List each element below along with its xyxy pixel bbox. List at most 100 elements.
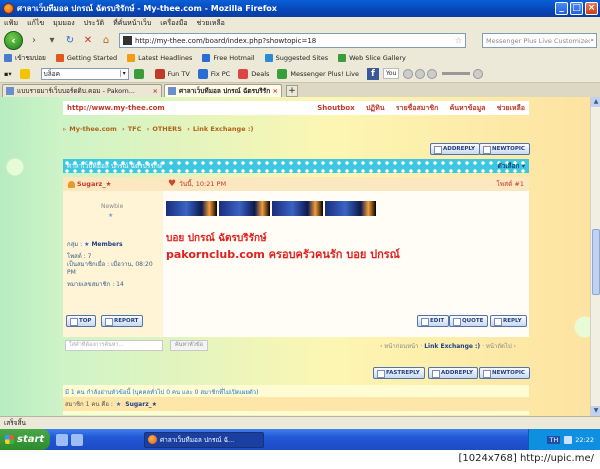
firefox-icon [3,3,14,14]
quote-button[interactable]: QUOTE [449,315,489,327]
tab-pakornclub[interactable]: แบบรายมาร์เว็บบอร์ดดิบ.คอม - Pakorn... × [2,84,162,97]
back-button[interactable]: ‹ [4,31,23,50]
toolbar-logo-icon[interactable] [19,68,33,79]
post-author[interactable]: Sugarz_★ [63,180,168,188]
menu-history[interactable]: ประวัติ [84,18,104,29]
add-reply-button-top[interactable]: ADDREPLY [430,143,481,155]
menu-view[interactable]: มุมมอง [53,18,74,29]
search-icon[interactable]: ⌕ [590,36,594,45]
toolbar-item-fix-pc[interactable]: Fix PC [197,68,230,79]
nav-members[interactable]: รายชื่อสมาชิก [396,104,439,112]
new-topic-button-bottom[interactable]: NEWTOPIC [479,367,530,379]
bookmark-star-icon[interactable]: ☆ [455,36,462,45]
scroll-up-icon[interactable]: ▲ [591,97,600,107]
youtube-button[interactable]: You [382,68,400,79]
windows-taskbar: start ศาลาเว็บทีมอล ปกรณ์ ฉั... TH 22:22 [0,429,600,450]
scroll-thumb[interactable] [592,229,600,295]
menu-tools[interactable]: เครื่องมือ [160,18,187,29]
member-joined: เป็นสมาชิกเมื่อ : เมื่อวาน, 08:20 PM [67,261,153,276]
menu-edit[interactable]: แก้ไข [27,18,44,29]
tab-favicon [6,87,14,95]
next-track-icon[interactable] [427,68,438,79]
topic-options-dropdown[interactable]: ตัวเลือก ▾ [498,161,525,171]
quick-search-button[interactable]: ค้นหาหัวข้อ [170,340,208,351]
navigation-toolbar: ‹ › ▾ ↻ ✕ ⌂ http://my-thee.com/board/ind… [0,30,600,51]
menu-help[interactable]: ช่วยเหลือ [197,18,225,29]
toolbar-item-deals[interactable]: Deals [238,68,269,79]
bookmark-free-hotmail[interactable]: Free Hotmail [202,54,255,62]
toolbar-item-fun-tv[interactable]: Fun TV [154,68,190,79]
top-button[interactable]: TOP [66,315,97,327]
firefox-window: ศาลาเว็บทีมอล ปกรณ์ ฉัตรบริรักษ์ - My-th… [0,0,600,469]
volume-slider[interactable] [442,72,471,75]
post-number[interactable]: โพสต์ #1 [494,179,529,189]
facebook-icon[interactable]: f [366,67,379,80]
close-tab-icon[interactable]: × [153,87,158,95]
forward-button[interactable]: › [27,34,41,48]
language-indicator[interactable]: TH [547,435,561,444]
go-arrow-icon[interactable] [133,68,147,79]
site-url-link[interactable]: http://www.my-thee.com [67,104,308,112]
toolbar-menu-icon[interactable]: ▪▾ [4,70,12,78]
edit-button[interactable]: EDIT [417,315,450,327]
minimize-button[interactable]: _ [555,2,568,15]
quick-search-input[interactable]: ใส่คำที่ต้องการค้นหา... [65,340,163,351]
ie-icon [264,54,273,62]
toolbar-item-messenger[interactable]: Messenger Plus! Live [277,68,359,79]
tray-icon[interactable] [564,435,573,444]
tab-my-thee[interactable]: ศาลาเว็บทีมอล ปกรณ์ ฉัตรบริรักษ์ × [164,84,282,97]
search-placeholder: Messenger Plus Live Customized [486,36,591,45]
url-bar[interactable]: http://my-thee.com/board/index.php?showt… [119,33,466,48]
stop-icon[interactable]: ✕ [81,34,95,48]
taskbar-firefox-item[interactable]: ศาลาเว็บทีมอล ปกรณ์ ฉั... [144,431,264,448]
post-header: Sugarz_★ ♥ วันนี้, 10:21 PM โพสต์ #1 [63,177,529,191]
post-time-text: วันนี้, 10:21 PM [179,180,227,188]
toolbar-dropdown[interactable]: บล็อค ▾ [40,67,129,80]
bookmark-most-visited[interactable]: เข้าชมบ่อย [4,53,46,63]
quick-launch-icon[interactable] [56,433,68,446]
new-topic-button-top[interactable]: NEWTOPIC [479,143,530,155]
breadcrumb-home[interactable]: My-thee.com [69,125,117,133]
prev-topic-link[interactable]: ‹ หน้าก่อนหน้า [380,343,419,350]
bookmark-web-slice-gallery[interactable]: Web Slice Gallery [338,54,406,62]
search-input[interactable]: Messenger Plus Live Customized ⌕ [482,33,597,48]
bookmark-latest-headlines[interactable]: Latest Headlines [127,54,192,62]
quick-launch-icon[interactable] [71,433,83,446]
signature-line-2: pakornclub.com ครอบครัวคนรัก บอย ปกรณ์ [166,248,400,261]
nav-help[interactable]: ช่วยเหลือ [497,104,525,112]
reload-icon[interactable]: ↻ [63,34,77,48]
vertical-scrollbar[interactable]: ▲ ▼ [590,97,600,416]
add-reply-button-bottom[interactable]: ADDREPLY [428,367,479,379]
bookmark-getting-started[interactable]: Getting Started [55,54,117,62]
nav-calendar[interactable]: ปฏิทิน [366,104,385,112]
menu-file[interactable]: แฟ้ม [4,18,18,29]
nav-search[interactable]: ค้นหาข้อมูล [450,104,486,112]
start-button[interactable]: start [0,429,50,450]
online-member-link[interactable]: Sugarz_★ [125,401,157,408]
user-icon [68,180,75,188]
breadcrumb-others[interactable]: OTHERS [152,125,182,133]
breadcrumb-link-exchange[interactable]: Link Exchange :) [193,125,254,133]
close-tab-icon[interactable]: × [273,87,278,95]
member-group: กลุ่ม : ★ Members [67,241,123,248]
nav-shoutbox[interactable]: Shoutbox [317,104,355,112]
home-icon[interactable]: ⌂ [99,34,113,48]
new-tab-button[interactable]: + [286,85,298,97]
scroll-down-icon[interactable]: ▼ [591,406,600,416]
report-button[interactable]: REPORT [101,315,144,327]
prev-track-icon[interactable] [403,68,414,79]
close-button[interactable]: × [585,2,598,15]
breadcrumb-tfc[interactable]: TFC [128,125,142,133]
bookmark-suggested-sites[interactable]: Suggested Sites [264,54,328,62]
reply-button[interactable]: REPLY [490,315,527,327]
forum-link[interactable]: Link Exchange :) [424,343,480,350]
bookmarks-toolbar: เข้าชมบ่อย Getting Started Latest Headli… [0,51,600,65]
history-dropdown-icon[interactable]: ▾ [45,34,59,48]
maximize-button[interactable]: □ [570,2,583,15]
next-topic-link[interactable]: หน้าถัดไป › [486,343,516,350]
play-icon[interactable] [415,68,426,79]
menu-bookmarks[interactable]: ที่คั่นหน้าเว็บ [113,18,151,29]
fast-reply-button[interactable]: FASTREPLY [373,367,425,379]
site-nav: Shoutbox ปฏิทิน รายชื่อสมาชิก ค้นหาข้อมู… [308,103,525,114]
volume-icon[interactable] [473,68,484,79]
